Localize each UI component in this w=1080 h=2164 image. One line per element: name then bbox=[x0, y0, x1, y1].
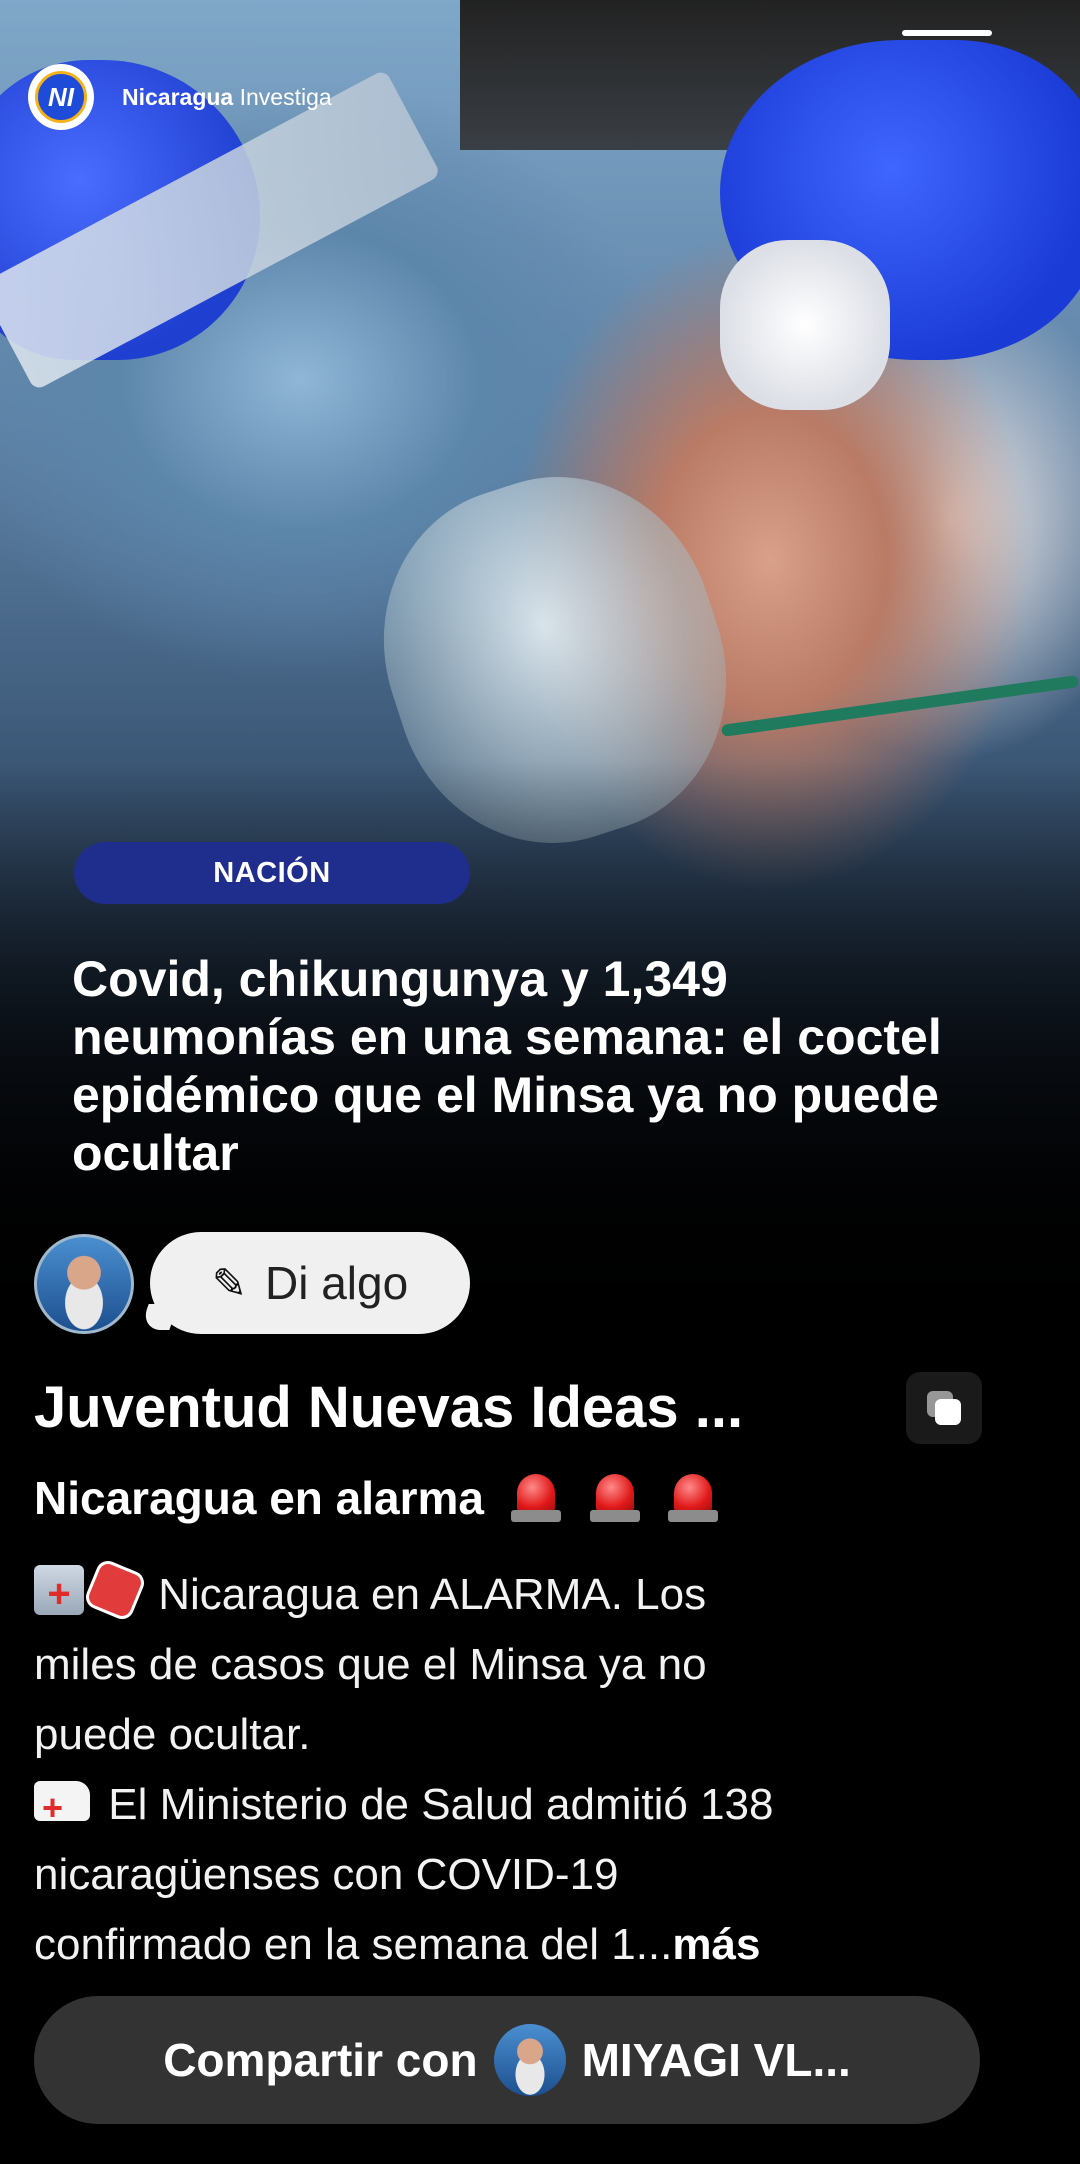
category-tag: NACIÓN bbox=[74, 842, 470, 904]
comment-button[interactable]: ✎ Di algo bbox=[139, 1232, 470, 1334]
user-avatar[interactable] bbox=[34, 1234, 134, 1334]
copy-icon[interactable] bbox=[906, 1372, 982, 1444]
brand-logo-letters: NI bbox=[35, 71, 87, 123]
share-button[interactable]: Compartir con MIYAGI VL... bbox=[34, 1996, 980, 2124]
share-label: Compartir con bbox=[163, 2034, 478, 2086]
article-headline: Covid, chikungunya y 1,349 neumonías en … bbox=[72, 951, 942, 1181]
body-line: Nicaragua en ALARMA. Los bbox=[34, 1557, 1024, 1630]
comment-button-label: Di algo bbox=[265, 1257, 409, 1309]
ambulance-icon bbox=[34, 1773, 90, 1843]
siren-icon bbox=[666, 1468, 720, 1524]
body-line: puede ocultar. bbox=[34, 1710, 311, 1759]
more-link[interactable]: más bbox=[672, 1920, 760, 1969]
pencil-icon: ✎ bbox=[211, 1259, 247, 1307]
share-target-name: MIYAGI VL... bbox=[581, 2034, 851, 2086]
siren-icon bbox=[509, 1468, 563, 1524]
brand-name: Nicaragua Investiga bbox=[122, 84, 332, 111]
author-name[interactable]: Juventud Nuevas Ideas ... bbox=[34, 1374, 743, 1441]
siren-icon bbox=[588, 1468, 642, 1524]
body-text: confirmado en la semana del 1... bbox=[34, 1920, 673, 1969]
gauze bbox=[720, 240, 890, 410]
mask-strap bbox=[720, 675, 1080, 737]
post-body[interactable]: Nicaragua en ALARMA. Los miles de casos … bbox=[34, 1557, 1024, 1980]
body-line: nicaragüenses con COVID-19 bbox=[34, 1850, 619, 1899]
hospital-icon bbox=[34, 1559, 84, 1629]
stop-sign-icon bbox=[82, 1557, 148, 1623]
brand-header: NI Nicaragua Investiga bbox=[28, 64, 332, 130]
share-target-avatar bbox=[493, 2024, 566, 2096]
brand-logo: NI bbox=[28, 64, 94, 130]
brand-name-rest: Investiga bbox=[233, 83, 332, 110]
post-title-text: Nicaragua en alarma bbox=[34, 1472, 485, 1524]
story-progress-bar bbox=[902, 30, 992, 36]
body-line: miles de casos que el Minsa ya no bbox=[34, 1640, 707, 1689]
body-text: El Ministerio de Salud admitió 138 bbox=[108, 1780, 774, 1829]
body-line: confirmado en la semana del 1...más bbox=[34, 1910, 1024, 1980]
body-line: El Ministerio de Salud admitió 138 bbox=[34, 1770, 1024, 1843]
post-title: Nicaragua en alarma bbox=[34, 1468, 720, 1525]
brand-name-bold: Nicaragua bbox=[122, 83, 234, 110]
body-text: Nicaragua en ALARMA. Los bbox=[158, 1570, 707, 1619]
